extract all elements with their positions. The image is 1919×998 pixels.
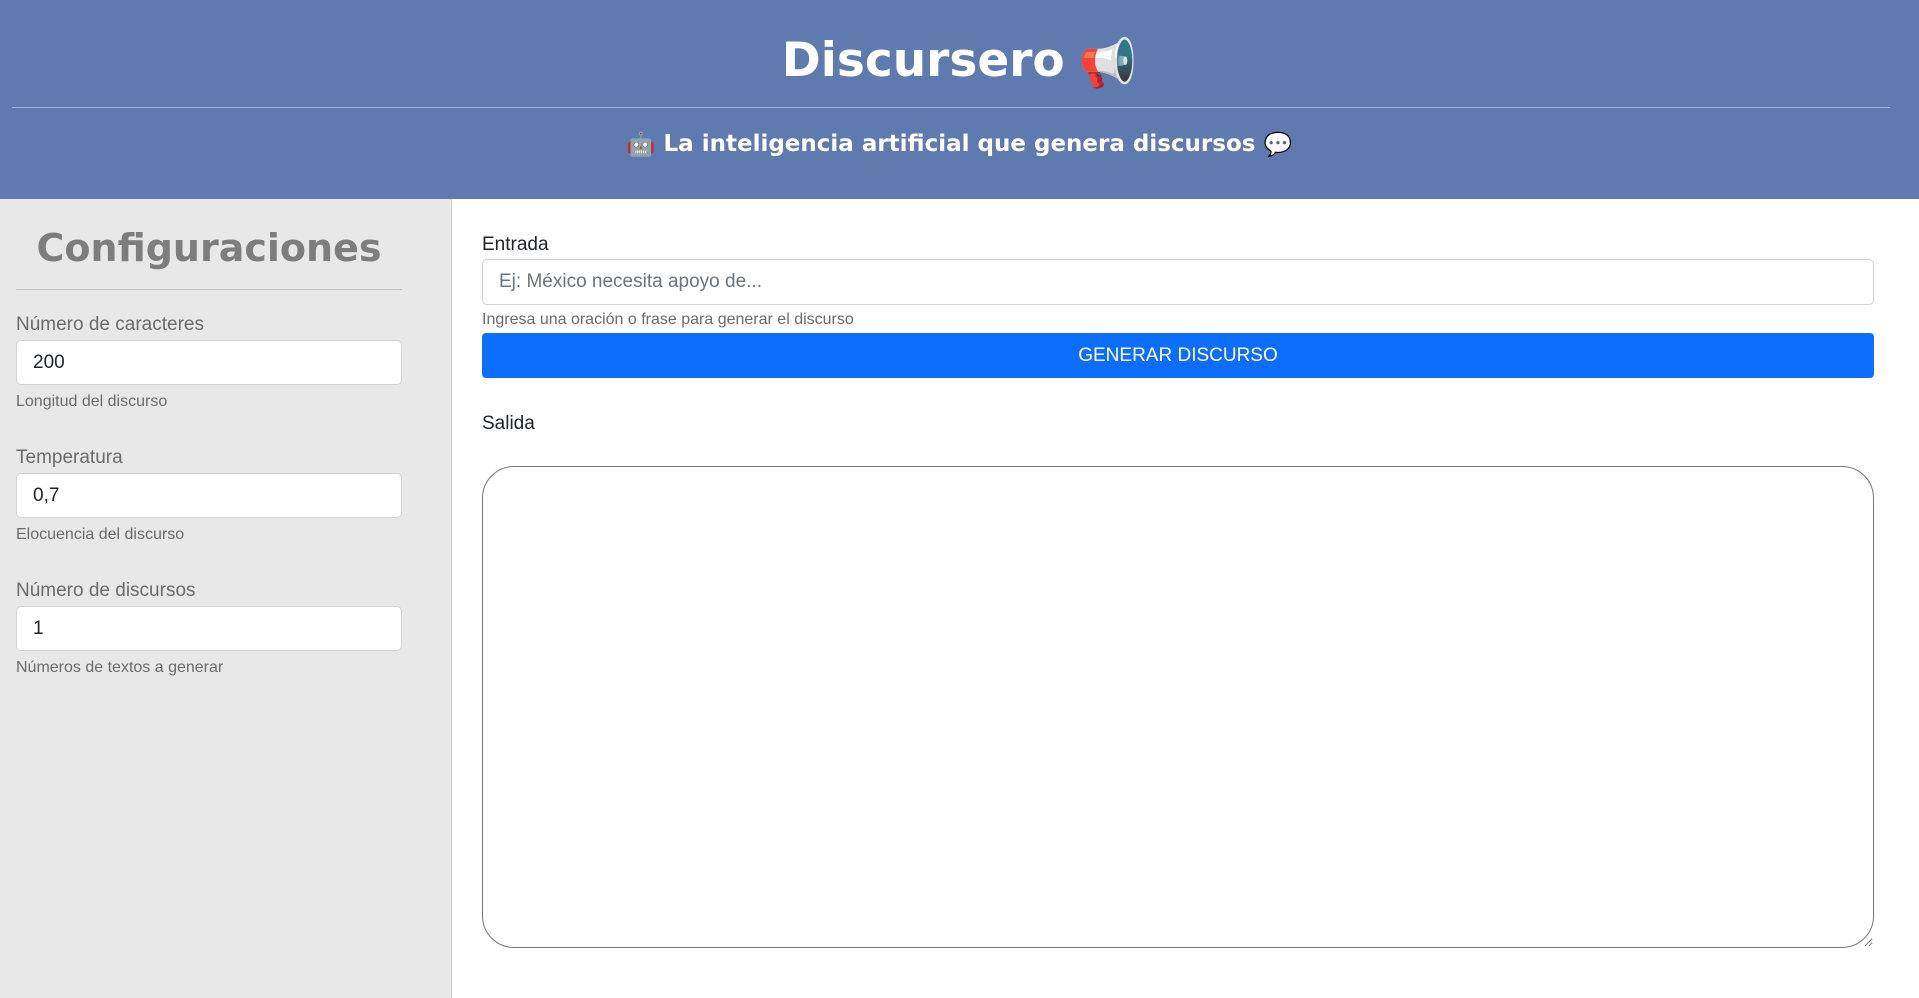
- megaphone-icon: 📢: [1078, 35, 1138, 91]
- characters-field-group: Número de caracteres Longitud del discur…: [16, 312, 402, 413]
- page-header: Discursero 📢 🤖 La inteligencia artificial …: [0, 0, 1919, 199]
- header-divider: [12, 107, 1890, 108]
- speech-bubble-icon: 💬: [1263, 131, 1293, 158]
- characters-help: Longitud del discurso: [16, 393, 168, 410]
- sidebar-divider: [16, 289, 402, 290]
- app-title: Discursero 📢: [0, 28, 1919, 97]
- app-title-text: Discursero: [781, 33, 1065, 88]
- temperature-help: Elocuencia del discurso: [16, 526, 185, 543]
- salida-label: Salida: [482, 413, 535, 434]
- app-subtitle: 🤖 La inteligencia artificial que genera d…: [0, 126, 1919, 163]
- temperature-label: Temperatura: [16, 447, 123, 468]
- temperature-field-group: Temperatura Elocuencia del discurso: [16, 445, 402, 546]
- speech-count-input[interactable]: [16, 606, 402, 651]
- salida-textarea[interactable]: [482, 466, 1874, 948]
- sidebar-title: Configuraciones: [36, 226, 382, 270]
- temperature-input[interactable]: [16, 473, 402, 518]
- speech-count-help: Números de textos a generar: [16, 659, 224, 676]
- robot-icon: 🤖: [626, 131, 656, 158]
- app-subtitle-text: La inteligencia artificial que genera di…: [663, 131, 1256, 157]
- speech-count-field-group: Número de discursos Números de textos a …: [16, 578, 402, 679]
- characters-input[interactable]: [16, 340, 402, 385]
- entrada-help: Ingresa una oración o frase para generar…: [482, 311, 854, 328]
- entrada-input[interactable]: [482, 259, 1874, 305]
- main-content: Entrada Ingresa una oración o frase para…: [453, 199, 1919, 998]
- generate-speech-button[interactable]: GENERAR DISCURSO: [482, 333, 1874, 378]
- speech-count-label: Número de discursos: [16, 580, 196, 601]
- entrada-label: Entrada: [482, 234, 549, 255]
- characters-label: Número de caracteres: [16, 314, 204, 335]
- settings-sidebar: Configuraciones Número de caracteres Lon…: [0, 199, 452, 998]
